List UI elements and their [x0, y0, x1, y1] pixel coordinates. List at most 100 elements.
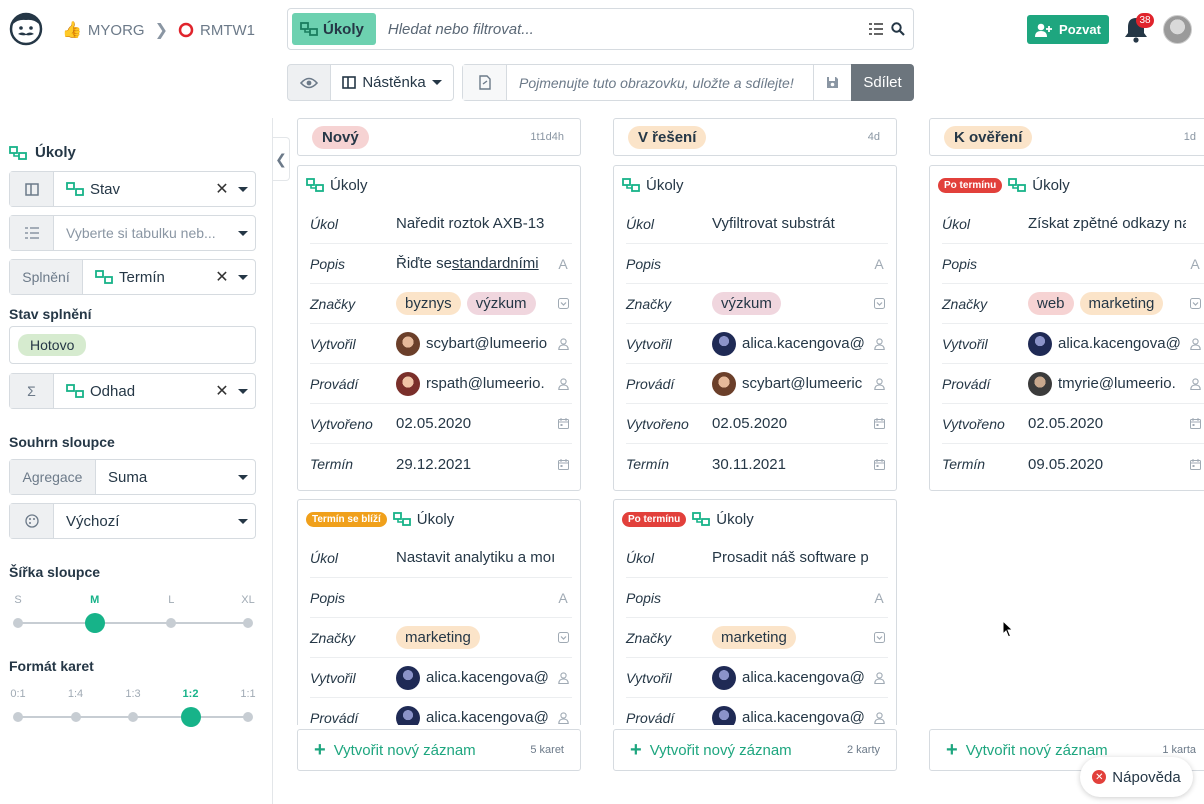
slider-option-label[interactable]: 1:1: [240, 688, 255, 700]
tag-chip: marketing: [396, 626, 480, 649]
field-value-tags[interactable]: byznys výzkum: [396, 292, 554, 315]
field-value-task[interactable]: Získat zpětné odkazy na: [1028, 215, 1186, 232]
field-value-tags[interactable]: web marketing: [1028, 292, 1186, 315]
field-value-desc[interactable]: Řiďte se standardními: [396, 255, 554, 272]
slider-stop[interactable]: [128, 712, 138, 722]
slider-stop[interactable]: [70, 712, 81, 722]
slider-handle[interactable]: [180, 707, 201, 727]
field-value-task[interactable]: Prosadit náš software pı: [712, 549, 870, 566]
create-record-button[interactable]: + Vytvořit nový záznam: [630, 739, 792, 762]
create-record-button[interactable]: + Vytvořit nový záznam: [314, 739, 476, 762]
field-label: Popis: [942, 255, 978, 272]
user-type-icon: [870, 337, 888, 350]
field-value-created[interactable]: 02.05.2020: [396, 415, 554, 432]
field-value-task[interactable]: Vyfiltrovat substrát: [712, 215, 870, 232]
clear-icon[interactable]: ✕: [213, 179, 231, 199]
field-value-creator[interactable]: scybart@lumeerio: [396, 331, 554, 356]
user-avatar[interactable]: [1163, 15, 1192, 44]
field-value-assignee[interactable]: scybart@lumeeric: [712, 371, 870, 396]
slider-stop[interactable]: [166, 618, 177, 628]
caret-down-icon[interactable]: [231, 474, 255, 480]
color-select[interactable]: Výchozí: [9, 503, 256, 539]
breadcrumb-org[interactable]: MYORG: [88, 22, 145, 39]
slider-option-label[interactable]: 1:2: [183, 688, 199, 700]
create-record-button[interactable]: + Vytvořit nový záznam: [946, 739, 1108, 762]
field-value-creator[interactable]: alica.kacengova@: [712, 331, 870, 356]
field-value-creator[interactable]: alica.kacengova@: [396, 665, 554, 690]
field-value-assignee[interactable]: alica.kacengova@: [396, 705, 554, 725]
record-card[interactable]: Úkoly Úkol Naředit roztok AXB-13 Popis Řiďte…: [297, 165, 581, 491]
completion-select[interactable]: Splnění Termín ✕: [9, 259, 256, 295]
view-name-input[interactable]: Pojmenujte tuto obrazovku, uložte a sdíl…: [507, 75, 813, 91]
slider-option-label[interactable]: S: [14, 594, 21, 606]
field-value-assignee[interactable]: alica.kacengova@: [712, 705, 870, 725]
field-value-due[interactable]: 29.12.2021: [396, 456, 554, 473]
slider-stop[interactable]: [243, 712, 253, 722]
save-button[interactable]: [813, 65, 851, 100]
column-status-pill[interactable]: K ověření: [944, 125, 1033, 149]
slider-option-label[interactable]: M: [90, 594, 99, 606]
caret-down-icon[interactable]: [231, 186, 255, 192]
caret-down-icon[interactable]: [231, 230, 255, 236]
sort-select[interactable]: Vyberte si tabulku neb...: [9, 215, 256, 251]
column-status-pill[interactable]: V řešení: [628, 125, 707, 149]
slider-option-label[interactable]: 0:1: [10, 688, 25, 700]
aggregation-select[interactable]: Agregace Suma: [9, 459, 256, 495]
field-value-tags[interactable]: výzkum: [712, 292, 870, 315]
eye-toggle-button[interactable]: [287, 64, 331, 101]
card-field-row: Popis A: [310, 578, 572, 618]
view-type-dropdown[interactable]: Nástěnka: [331, 64, 454, 101]
search-table-chip[interactable]: Úkoly: [292, 13, 376, 45]
completion-state-input[interactable]: Hotovo: [9, 326, 256, 364]
card-format-slider[interactable]: 0:1 1:4 1:3 1:2 1:1: [10, 688, 256, 728]
field-value-creator[interactable]: alica.kacengova@: [1028, 331, 1186, 356]
record-card[interactable]: Úkoly Úkol Vyfiltrovat substrát Popis A Značk…: [613, 165, 897, 491]
field-value-task[interactable]: Nastavit analytiku a moı: [396, 549, 554, 566]
field-value-creator[interactable]: alica.kacengova@: [712, 665, 870, 690]
slider-option-label[interactable]: XL: [241, 594, 254, 606]
group-by-value: Stav: [90, 180, 121, 198]
search-bar[interactable]: Úkoly Hledat nebo filtrovat...: [287, 8, 914, 50]
card-count: 5 karet: [530, 744, 564, 756]
invite-button[interactable]: Pozvat: [1027, 15, 1109, 44]
breadcrumb-project[interactable]: RMTW1: [200, 22, 255, 39]
slider-stop[interactable]: [13, 618, 23, 628]
sum-select[interactable]: Σ Odhad ✕: [9, 373, 256, 409]
completion-state-chip[interactable]: Hotovo: [18, 334, 87, 356]
list-icon[interactable]: [865, 23, 887, 35]
column-width-slider[interactable]: S M L XL: [13, 594, 255, 634]
slider-stop[interactable]: [243, 618, 253, 628]
slider-handle[interactable]: [84, 613, 105, 633]
caret-down-icon[interactable]: [231, 388, 255, 394]
lumeer-logo-icon[interactable]: [8, 10, 44, 46]
field-value-tags[interactable]: marketing: [396, 626, 554, 649]
field-value-due[interactable]: 09.05.2020: [1028, 456, 1186, 473]
help-button[interactable]: ✕ Nápověda: [1080, 757, 1193, 797]
group-by-select[interactable]: Stav ✕: [9, 171, 256, 207]
field-value-created[interactable]: 02.05.2020: [1028, 415, 1186, 432]
slider-option-label[interactable]: 1:4: [68, 688, 83, 700]
field-value-created[interactable]: 02.05.2020: [712, 415, 870, 432]
field-value-assignee[interactable]: tmyrie@lumeerio.: [1028, 371, 1186, 396]
share-button[interactable]: Sdílet: [851, 64, 914, 101]
field-value-tags[interactable]: marketing: [712, 626, 870, 649]
caret-down-icon[interactable]: [231, 518, 255, 524]
field-value-due[interactable]: 30.11.2021: [712, 456, 870, 473]
column-status-pill[interactable]: Nový: [312, 125, 369, 149]
search-icon[interactable]: [887, 22, 909, 36]
clear-icon[interactable]: ✕: [213, 267, 231, 287]
record-card[interactable]: Termín se blíží Úkoly Úkol Nastavit analyti…: [297, 499, 581, 725]
caret-down-icon[interactable]: [231, 274, 255, 280]
slider-option-label[interactable]: L: [168, 594, 174, 606]
record-card[interactable]: Po termínu Úkoly Úkol Prosadit náš software…: [613, 499, 897, 725]
record-card[interactable]: Po termínu Úkoly Úkol Získat zpětné odkazy …: [929, 165, 1204, 491]
field-value-assignee[interactable]: rspath@lumeerio.: [396, 371, 554, 396]
desc-link[interactable]: standardními: [452, 255, 539, 272]
slider-stop[interactable]: [13, 712, 23, 722]
clear-icon[interactable]: ✕: [213, 381, 231, 401]
search-input[interactable]: Hledat nebo filtrovat...: [388, 21, 865, 38]
add-user-icon: [1035, 23, 1053, 37]
slider-option-label[interactable]: 1:3: [125, 688, 140, 700]
field-value-task[interactable]: Naředit roztok AXB-13: [396, 215, 554, 232]
collapse-sidebar-button[interactable]: ❮: [273, 137, 290, 181]
